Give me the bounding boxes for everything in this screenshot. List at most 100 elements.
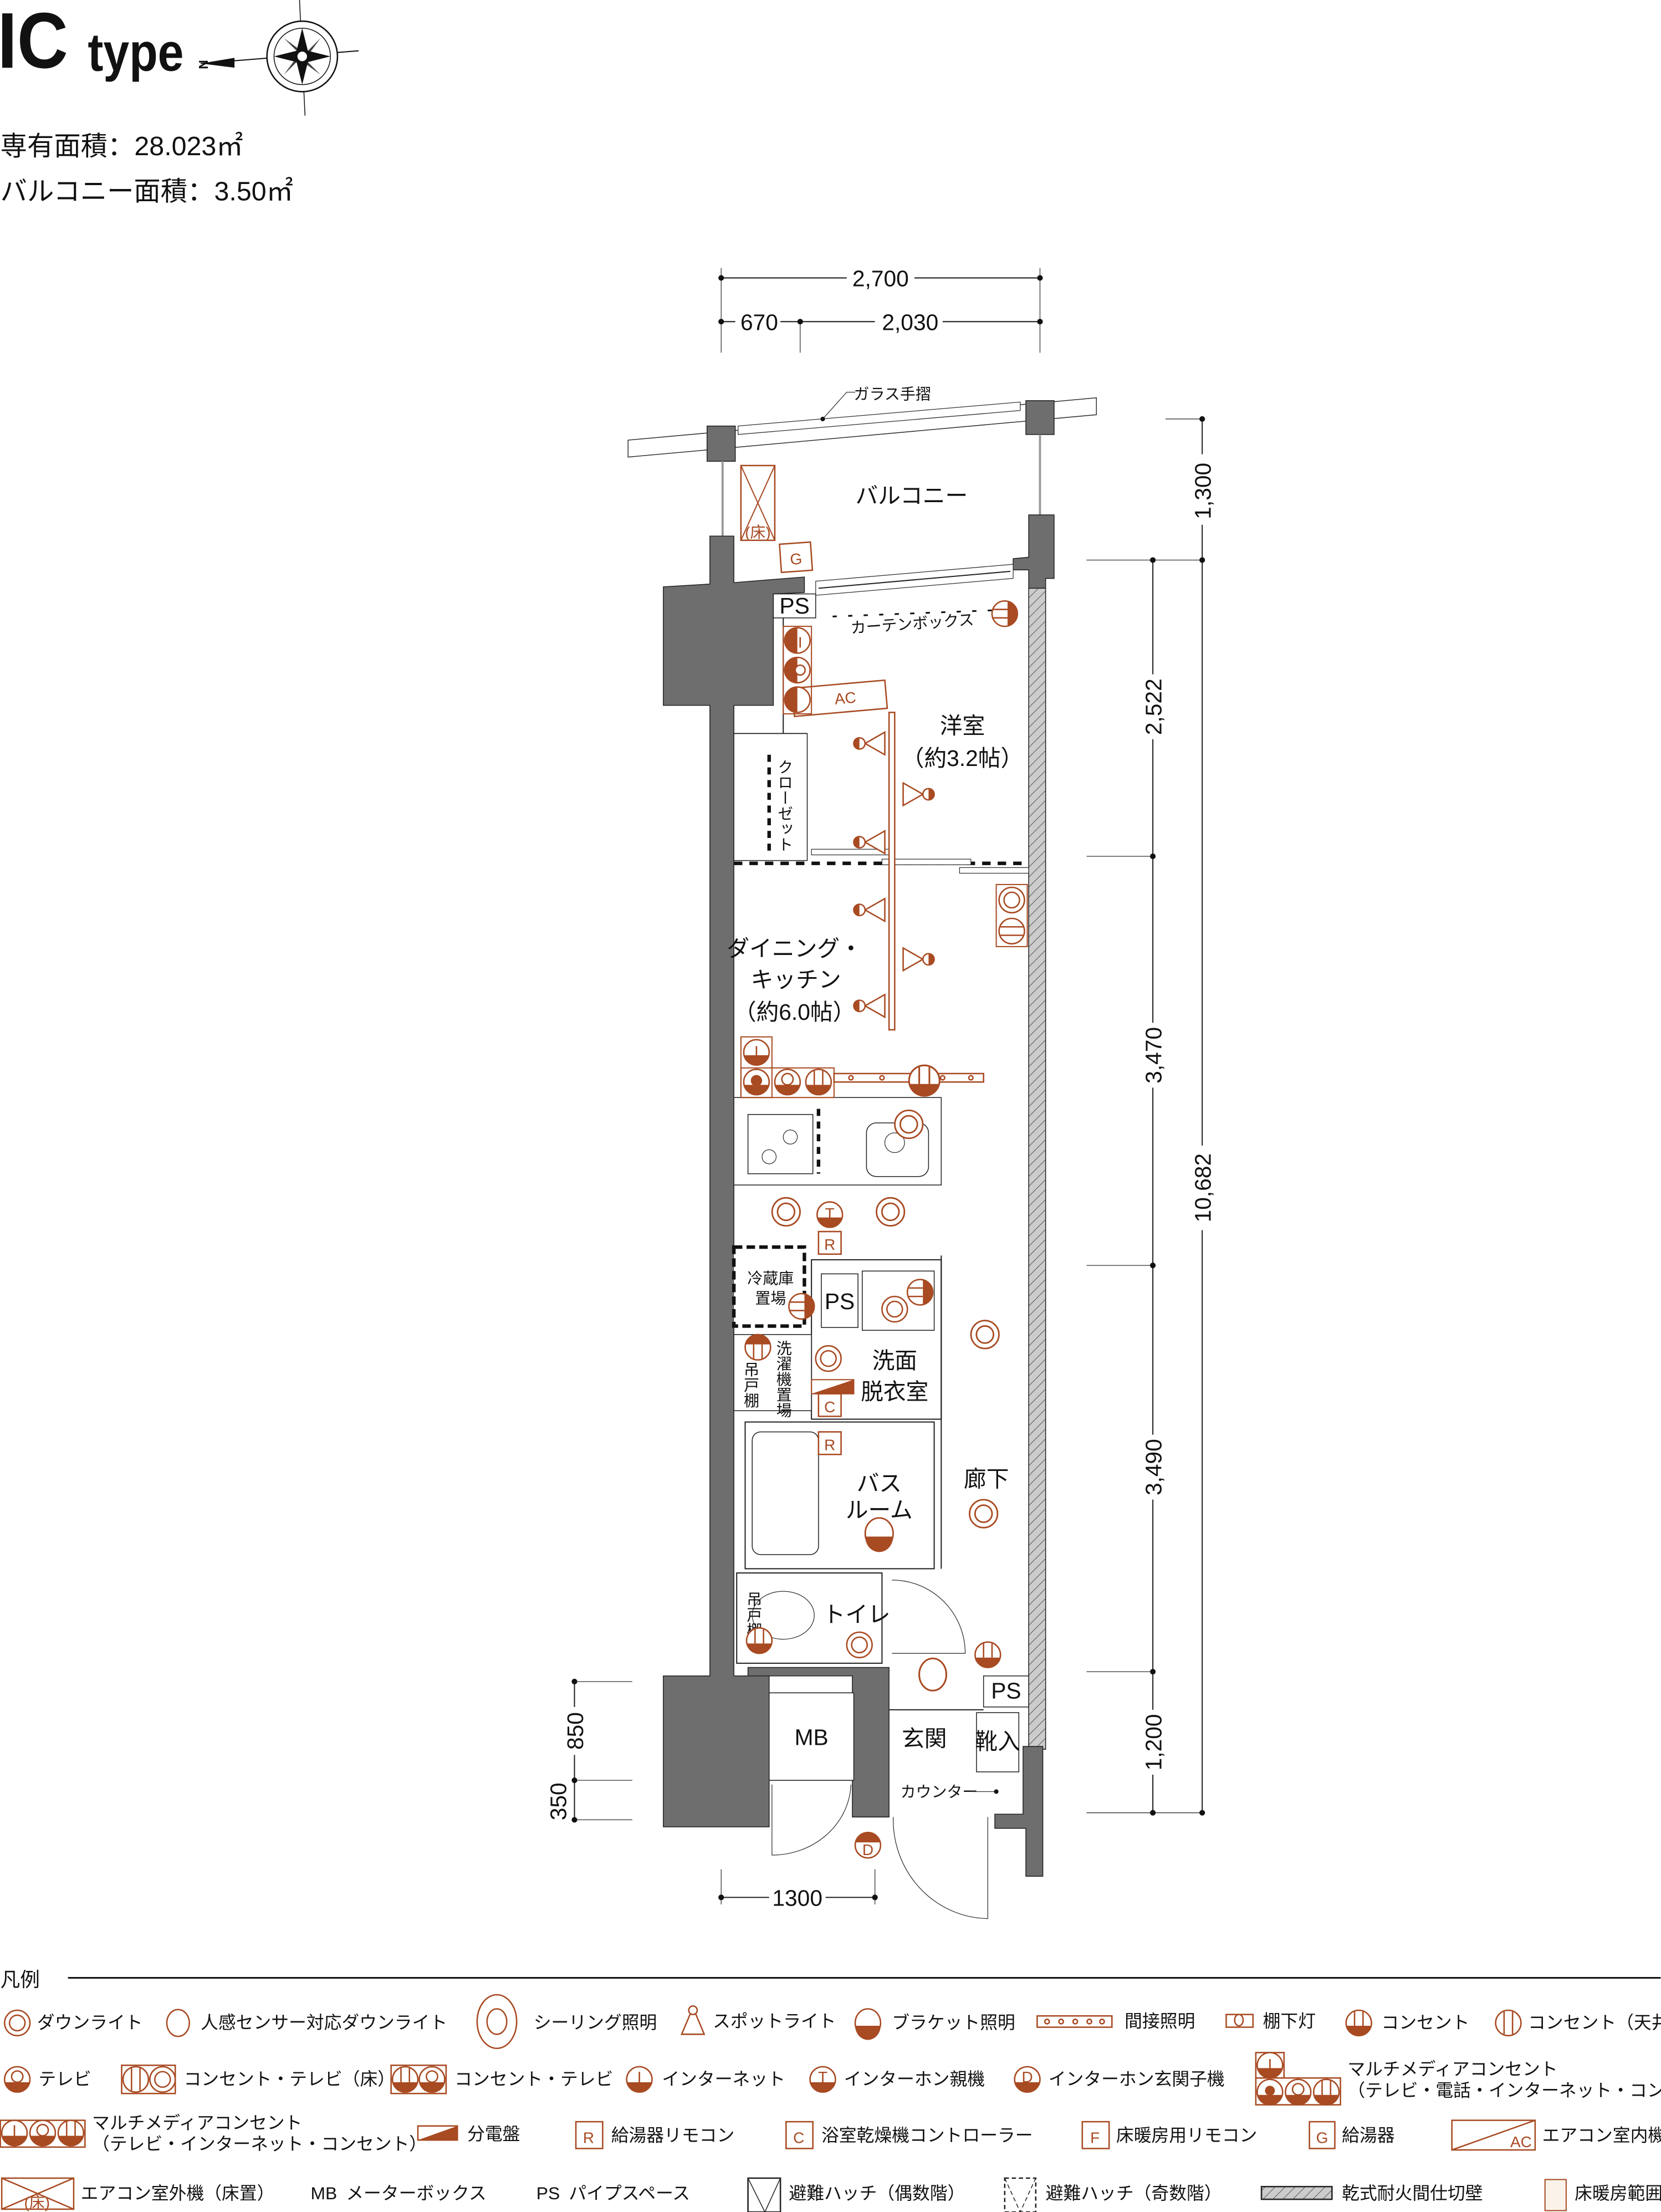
legend-floor-heating-area: 床暖房範囲 [1575,2183,1661,2203]
dim-right-outer-balcony: 1,300 [1190,463,1215,519]
legend-multimedia-full-2: （テレビ・電話・インターネット・コンセント） [1347,2080,1661,2100]
floor-plan: ガラス手摺 バルコニー カーテンボックス PS クローゼット 洋室 （約3.2帖… [627,385,1097,1919]
water-heater-remote-icon: R [817,1230,842,1255]
tv-outlet-icon [3,2066,31,2093]
ac-outdoor-unit-icon: (床) [1,2177,75,2211]
water-heater-remote-icon: R [817,1431,842,1455]
dim-right-inner-2: 3,470 [1141,1027,1166,1084]
legend-outlet: コンセント [1381,2012,1469,2032]
legend-downlight: ダウンライト [37,2012,143,2032]
indirect-lighting-icon [1036,2015,1113,2028]
ps-label-washroom: PS [825,1289,855,1314]
svg-text:C: C [793,2129,804,2146]
dim-top-left: 670 [740,310,778,335]
legend: 凡例 ダウンライト 人感センサー対応ダウンライト シーリング照明 スポットライト… [0,1969,1661,2212]
downlight-icon [969,1499,999,1529]
legend-ac-indoor: エアコン室内機 [1542,2126,1661,2145]
outlet-icon [908,1064,941,1097]
distribution-board-icon [417,2125,458,2141]
intercom-door-icon: D [854,1831,882,1859]
downlight-icon [846,1631,873,1658]
svg-text:G: G [789,550,803,568]
legend-outlet-tv: コンセント・テレビ [454,2069,613,2089]
corridor-label: 廊下 [964,1467,1009,1492]
svg-text:I: I [12,2122,17,2139]
hanging-shelf-label: 吊戸棚 [742,1361,759,1408]
svg-text:AC: AC [834,689,857,708]
bath-dryer-controller-icon: C [785,2121,814,2149]
svg-text:I: I [754,1043,759,1060]
internet-outlet-icon: I [626,2066,653,2093]
spotlight-icon [853,898,886,922]
legend-title: 凡例 [1,1969,40,1991]
svg-text:AC: AC [1510,2133,1532,2150]
floor-plan-sheet: IC type N 専有面積：28.023㎡ バルコニー面積：3.50㎡ 2,7… [0,0,1661,2212]
legend-multimedia-basic-1: マルチメディアコンセント [92,2113,302,2133]
outlet-icon [991,600,1019,627]
water-heater-icon: G [779,541,814,574]
water-heater-remote-icon: R [575,2121,604,2149]
washroom-label-1: 洗面 [872,1348,917,1373]
svg-text:T: T [818,2068,827,2086]
dim-top-total: 2,700 [852,266,909,292]
outlet-icon [788,1293,815,1320]
dim-right-inner-3: 3,490 [1141,1439,1166,1495]
outlet-tv-icon [995,883,1028,947]
svg-text:R: R [583,2129,594,2146]
legend-spotlight: スポットライト [713,2011,836,2031]
ac-indoor-unit-icon: AC [1451,2119,1536,2151]
legend-escape-hatch-even: 避難ハッチ（偶数階） [789,2183,965,2203]
legend-distribution-board: 分電盤 [467,2124,520,2144]
outlet-icon [744,1334,771,1361]
legend-mb-abbr: MB [311,2183,338,2203]
dry-fireproof-partition [1028,588,1046,1750]
balcony-label: バルコニー [855,483,968,509]
western-room-size: （約3.2帖） [902,745,1023,771]
legend-floor-outlet-tv: コンセント・テレビ（床） [183,2069,395,2089]
type-word: type [88,22,183,82]
spotlight-icon [681,2005,706,2035]
ceiling-outlet-icon [1495,2009,1522,2037]
outlet-icon [745,1627,773,1654]
dim-right-outer-total: 10,682 [1190,1153,1215,1223]
toilet-door [892,1580,966,1654]
type-letters: IC [0,0,68,85]
legend-water-heater-remote: 給湯器リモコン [611,2126,735,2145]
entrance-label: 玄関 [902,1726,947,1751]
outlet-tv-icon [390,2065,447,2094]
fireproof-partition-icon [1260,2185,1333,2200]
kitchen-multimedia-outlet-icon: I [740,1036,835,1099]
legend-pipe-space: パイプスペース [569,2183,690,2203]
svg-text:G: G [1316,2129,1328,2146]
ac-outdoor-unit-icon: (床) [740,464,776,541]
floor-heating-remote-icon: F [1081,2121,1110,2149]
dim-left-upper: 850 [563,1712,588,1750]
svg-text:F: F [1090,2129,1100,2146]
downlight-icon [881,1295,908,1323]
svg-text:R: R [824,1236,835,1253]
legend-ceiling-outlet: コンセント（天井） [1528,2012,1661,2032]
spotlight-icon [853,731,886,755]
sensor-downlight-icon [166,2009,190,2037]
svg-text:(床): (床) [24,2194,50,2211]
dining-kitchen-label-1: ダイニング・ [727,936,862,962]
downlight-icon [876,1197,906,1227]
downlight-icon [894,1109,924,1140]
bathtub [752,1431,819,1555]
dining-kitchen-size: （約6.0帖） [734,999,855,1025]
legend-water-heater: 給湯器 [1342,2126,1394,2145]
legend-multimedia-full-1: マルチメディアコンセント [1347,2059,1557,2079]
multimedia-outlet-basic-icon: I [0,2119,86,2148]
bath-dryer-controller-icon: C [817,1393,842,1417]
downlight-icon [970,1320,1000,1350]
header: IC type N 専有面積：28.023㎡ バルコニー面積：3.50㎡ [0,0,359,206]
legend-meter-box: メーターボックス [346,2183,486,2203]
washroom-label-2: 脱衣室 [861,1379,928,1404]
legend-ceiling-light: シーリング照明 [534,2012,657,2032]
distribution-board-icon [811,1380,854,1394]
spotlight-icon [853,994,886,1018]
legend-fireproof-partition: 乾式耐火間仕切壁 [1342,2183,1483,2203]
sensor-downlight-icon [918,1657,947,1692]
ceiling-light-icon [476,1994,518,2050]
floor-outlet-tv-icon [121,2065,176,2094]
